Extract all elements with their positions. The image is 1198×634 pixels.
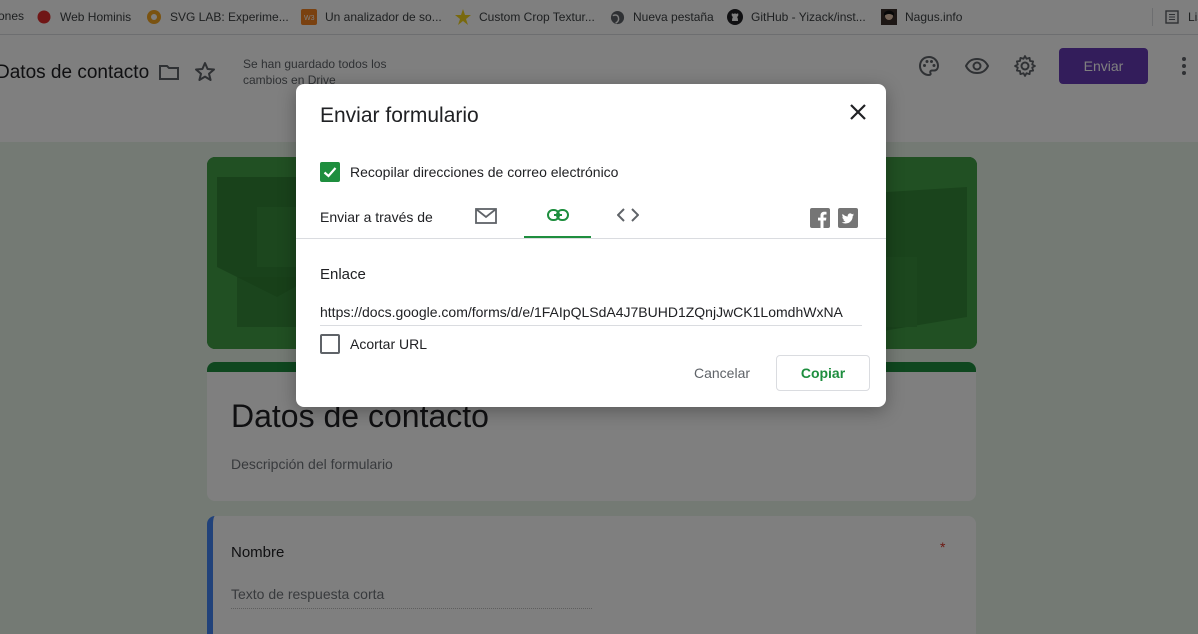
link-icon — [546, 208, 569, 227]
send-via-label: Enviar a través de — [320, 209, 433, 225]
copy-button[interactable]: Copiar — [776, 355, 870, 391]
shorten-url-label: Acortar URL — [350, 336, 428, 352]
twitter-icon[interactable] — [838, 208, 858, 228]
link-section-label: Enlace — [320, 266, 366, 283]
code-icon — [616, 207, 640, 228]
collect-emails-row[interactable]: Recopilar direcciones de correo electrón… — [320, 162, 618, 182]
tabs-divider — [296, 238, 886, 239]
checkmark-icon — [323, 167, 337, 178]
tab-link[interactable] — [524, 201, 591, 239]
facebook-icon[interactable] — [810, 208, 830, 228]
share-link-input[interactable]: https://docs.google.com/forms/d/e/1FAIpQ… — [320, 304, 862, 326]
dialog-title: Enviar formulario — [320, 104, 479, 127]
mail-icon — [475, 207, 497, 230]
tab-email[interactable] — [468, 201, 504, 239]
collect-emails-checkbox[interactable] — [320, 162, 340, 182]
close-icon[interactable] — [848, 102, 868, 122]
tab-embed[interactable] — [612, 201, 644, 239]
cancel-button[interactable]: Cancelar — [682, 356, 762, 390]
shorten-url-row[interactable]: Acortar URL — [320, 334, 427, 354]
send-form-dialog: Enviar formulario Recopilar direcciones … — [296, 84, 886, 407]
collect-emails-label: Recopilar direcciones de correo electrón… — [350, 164, 619, 180]
shorten-url-checkbox[interactable] — [320, 334, 340, 354]
